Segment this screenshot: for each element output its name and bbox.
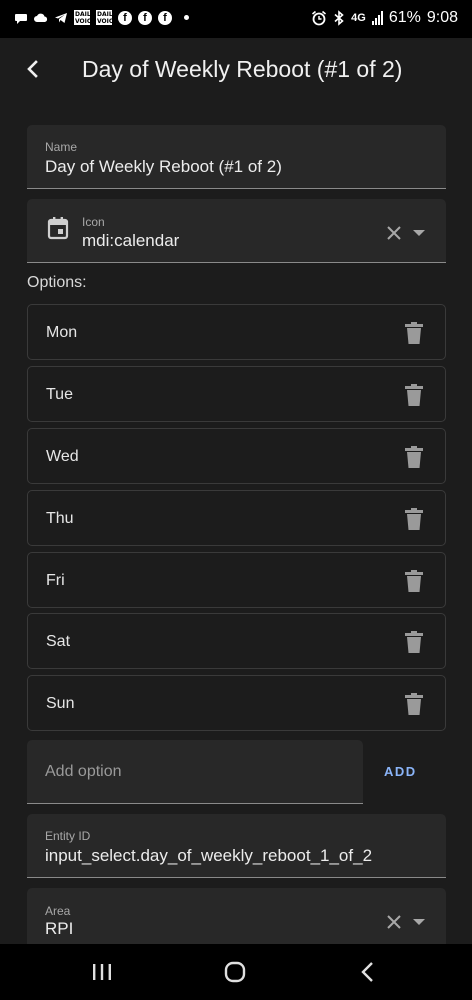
option-item: Tue	[27, 366, 446, 422]
system-navigation-bar	[0, 944, 472, 1000]
delete-icon[interactable]	[405, 631, 423, 653]
clear-icon[interactable]	[385, 224, 403, 242]
dropdown-arrow-icon[interactable]	[413, 919, 425, 925]
option-label: Sat	[46, 633, 71, 650]
option-label: Thu	[46, 510, 74, 527]
system-status: 4G 61% 9:08	[311, 9, 458, 27]
home-icon[interactable]	[224, 961, 246, 983]
entity-id-field[interactable]: Entity ID input_select.day_of_weekly_reb…	[27, 814, 446, 878]
alarm-icon	[312, 10, 327, 26]
clock: 9:08	[426, 9, 458, 26]
more-notifications-dot-icon	[184, 15, 189, 20]
dropdown-arrow-icon[interactable]	[413, 230, 425, 236]
facebook-icon: f	[158, 10, 172, 25]
delete-icon[interactable]	[405, 322, 423, 344]
delete-icon[interactable]	[405, 570, 423, 592]
back-arrow-icon[interactable]	[18, 54, 48, 84]
bluetooth-icon	[334, 10, 344, 26]
delete-icon[interactable]	[405, 693, 423, 715]
area-picker-field[interactable]: Area RPI	[27, 888, 446, 944]
option-item: Fri	[27, 552, 446, 608]
option-item: Mon	[27, 304, 446, 360]
name-field-label: Name	[45, 140, 78, 154]
recent-apps-icon[interactable]	[91, 963, 113, 981]
entity-id-label: Entity ID	[45, 829, 91, 843]
icon-picker-field[interactable]: Icon mdi:calendar	[27, 199, 446, 263]
network-type-label: 4G	[351, 12, 366, 24]
delete-icon[interactable]	[405, 384, 423, 406]
entity-id-value: input_select.day_of_weekly_reboot_1_of_2	[45, 846, 373, 865]
battery-percent: 61%	[388, 9, 421, 26]
chat-bubble-icon	[15, 13, 27, 24]
name-field[interactable]: Name Day of Weekly Reboot (#1 of 2)	[27, 125, 446, 189]
area-field-label: Area	[45, 904, 71, 918]
add-option-placeholder: Add option	[45, 763, 122, 780]
icon-field-value: mdi:calendar	[82, 231, 180, 250]
option-label: Fri	[46, 572, 65, 589]
name-field-value: Day of Weekly Reboot (#1 of 2)	[45, 157, 282, 176]
option-item: Sat	[27, 613, 446, 669]
option-item: Wed	[27, 428, 446, 484]
signal-icon	[371, 11, 383, 25]
calendar-icon	[47, 217, 69, 240]
icon-field-label: Icon	[82, 215, 105, 229]
daily-voice-icon: DAILY VOICE	[74, 10, 96, 25]
delete-icon[interactable]	[405, 508, 423, 530]
daily-voice-icon: DAILY VOICE	[96, 10, 118, 25]
status-bar: DAILY VOICE DAILY VOICE f f f 4G 61% 9:0…	[0, 0, 472, 38]
app-bar: Day of Weekly Reboot (#1 of 2)	[0, 38, 472, 102]
back-icon[interactable]	[358, 961, 378, 983]
cloud-icon	[34, 13, 48, 22]
option-label: Wed	[46, 448, 79, 465]
options-label: Options:	[27, 274, 87, 291]
clear-icon[interactable]	[385, 913, 403, 931]
add-option-button[interactable]: ADD	[384, 764, 417, 779]
area-field-value: RPI	[45, 919, 74, 938]
delete-icon[interactable]	[405, 446, 423, 468]
telegram-icon	[55, 12, 67, 23]
notification-icons: DAILY VOICE DAILY VOICE f f f	[14, 10, 189, 25]
settings-form: Name Day of Weekly Reboot (#1 of 2) Icon…	[0, 102, 472, 944]
option-label: Tue	[46, 386, 73, 403]
facebook-icon: f	[138, 10, 152, 25]
add-option-input[interactable]: Add option	[27, 740, 363, 804]
facebook-icon: f	[118, 10, 132, 25]
option-item: Sun	[27, 675, 446, 731]
option-label: Sun	[46, 695, 75, 712]
page-title: Day of Weekly Reboot (#1 of 2)	[82, 56, 403, 82]
option-label: Mon	[46, 324, 78, 341]
option-item: Thu	[27, 490, 446, 546]
